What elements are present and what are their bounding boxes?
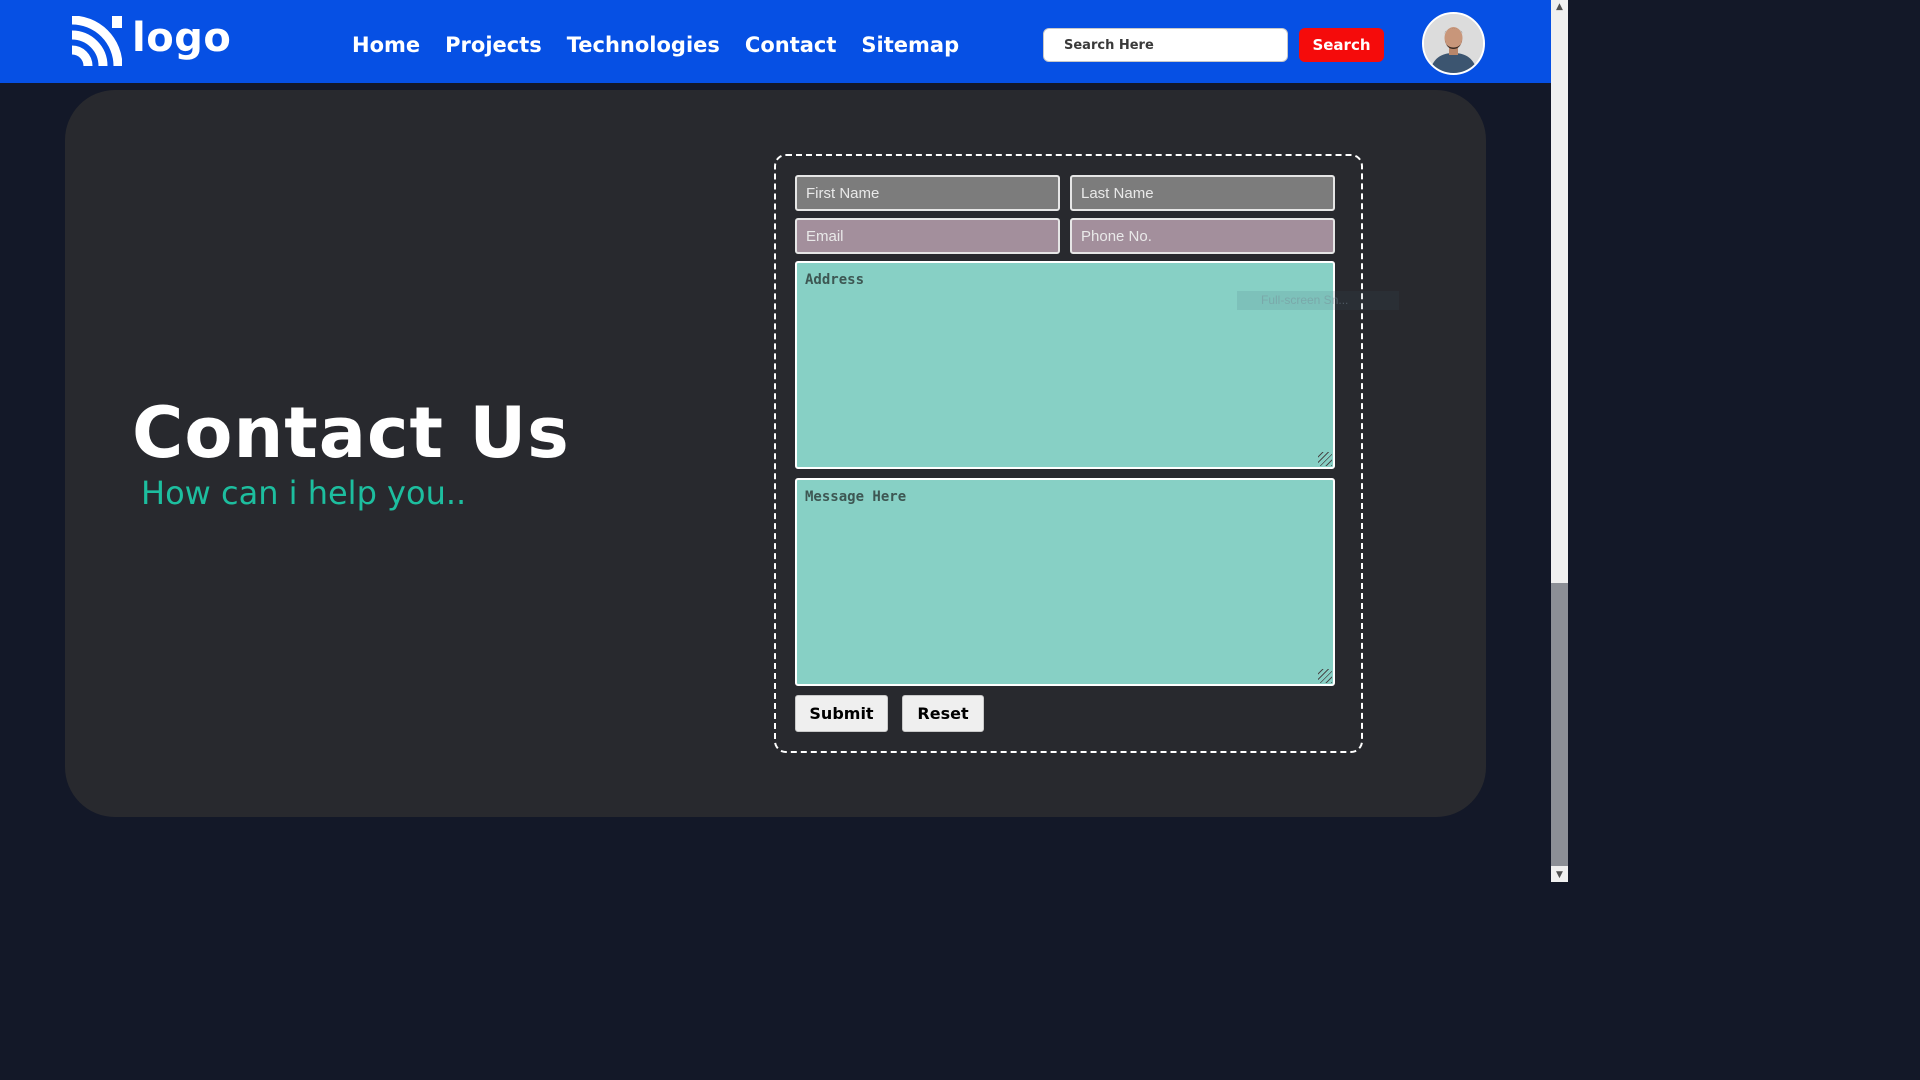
- search-input[interactable]: [1043, 28, 1288, 62]
- rss-logo-icon: [71, 16, 122, 67]
- nav-technologies[interactable]: Technologies: [567, 31, 720, 59]
- scroll-down-arrow-icon[interactable]: ▼: [1551, 868, 1568, 882]
- reset-button[interactable]: Reset: [902, 695, 984, 732]
- logo[interactable]: logo: [68, 15, 232, 70]
- nav-contact[interactable]: Contact: [745, 31, 837, 59]
- page-title: Contact Us: [132, 392, 570, 474]
- main-nav: Home Projects Technologies Contact Sitem…: [352, 31, 984, 59]
- first-name-field[interactable]: [795, 175, 1060, 211]
- last-name-field[interactable]: [1070, 175, 1335, 211]
- nav-home[interactable]: Home: [352, 31, 420, 59]
- nav-sitemap[interactable]: Sitemap: [861, 31, 959, 59]
- message-textarea[interactable]: [795, 478, 1335, 686]
- nav-projects[interactable]: Projects: [445, 31, 542, 59]
- user-avatar-icon: [1424, 14, 1483, 73]
- logo-text: logo: [132, 15, 232, 61]
- submit-button[interactable]: Submit: [795, 695, 888, 732]
- top-navbar: logo Home Projects Technologies Contact …: [0, 0, 1551, 83]
- scroll-up-arrow-icon[interactable]: ▲: [1551, 0, 1568, 14]
- search-button[interactable]: Search: [1299, 28, 1384, 62]
- email-field[interactable]: [795, 218, 1060, 254]
- avatar[interactable]: [1422, 12, 1485, 75]
- scrollbar-thumb[interactable]: [1551, 583, 1568, 866]
- phone-field[interactable]: [1070, 218, 1335, 254]
- fullscreen-snip-hint: Full-screen Sn...: [1237, 291, 1399, 310]
- page-subtitle: How can i help you..: [141, 474, 467, 512]
